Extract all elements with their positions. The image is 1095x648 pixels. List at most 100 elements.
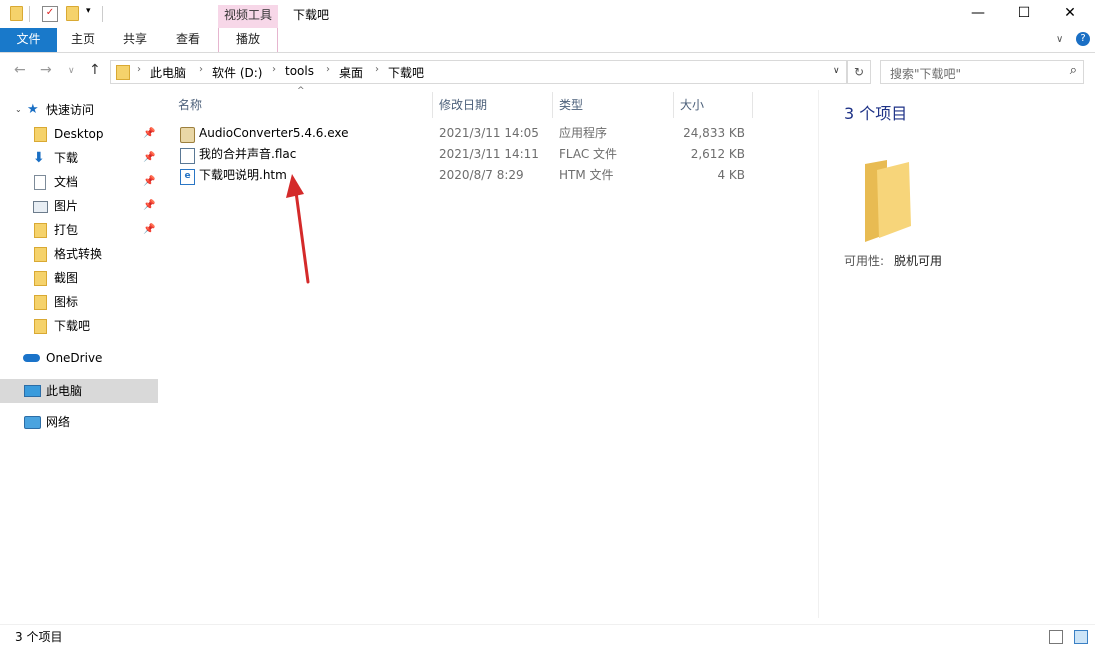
- file-name: 下载吧说明.htm: [199, 168, 287, 182]
- customize-quick-access-icon[interactable]: ▾: [86, 6, 91, 16]
- new-folder-icon[interactable]: [66, 6, 79, 21]
- tab-home[interactable]: 主页: [62, 28, 104, 52]
- table-row[interactable]: AudioConverter5.4.6.exe 2021/3/11 14:05 …: [172, 123, 762, 144]
- search-placeholder: 搜索"下载吧": [890, 67, 962, 81]
- annotation-arrow: [286, 174, 310, 284]
- tab-view[interactable]: 查看: [167, 28, 209, 52]
- tab-file[interactable]: 文件: [0, 28, 57, 52]
- breadcrumb-current[interactable]: 下载吧: [388, 64, 424, 81]
- pin-icon[interactable]: 📌: [143, 195, 155, 217]
- column-header: ^ 名称 修改日期 类型 大小: [168, 86, 808, 118]
- arrow-shaft: [294, 190, 310, 284]
- column-date[interactable]: 修改日期: [439, 96, 487, 113]
- sidebar-item-pictures[interactable]: 图片 📌: [0, 195, 158, 217]
- arrow-head: [286, 174, 304, 198]
- file-date: 2021/3/11 14:05: [439, 126, 539, 140]
- breadcrumb-this-pc[interactable]: 此电脑: [150, 64, 186, 81]
- toolbar-divider: [102, 6, 103, 22]
- table-row[interactable]: 我的合并声音.flac 2021/3/11 14:11 FLAC 文件 2,61…: [172, 144, 762, 165]
- folder-icon: [34, 223, 47, 238]
- availability-label: 可用性:: [844, 254, 885, 268]
- status-item-count: 3 个项目: [15, 630, 63, 644]
- table-row[interactable]: e 下载吧说明.htm 2020/8/7 8:29 HTM 文件 4 KB: [172, 165, 762, 186]
- file-type: HTM 文件: [559, 168, 614, 182]
- sidebar-item-label: 此电脑: [46, 384, 83, 398]
- network-icon: [24, 416, 41, 429]
- download-arrow-icon: ⬇: [33, 150, 45, 166]
- toolbar-divider: [29, 6, 30, 22]
- folder-icon: [10, 6, 23, 21]
- pin-icon[interactable]: 📌: [143, 219, 155, 241]
- sidebar-item-label: 截图: [54, 271, 79, 285]
- sidebar-item-documents[interactable]: 文档 📌: [0, 171, 158, 193]
- pin-icon[interactable]: 📌: [143, 171, 155, 193]
- sidebar-item-downloads[interactable]: ⬇ 下载 📌: [0, 147, 158, 169]
- close-button[interactable]: ✕: [1047, 0, 1093, 28]
- file-size: 2,612 KB: [690, 147, 745, 161]
- column-type[interactable]: 类型: [559, 96, 583, 113]
- column-divider[interactable]: [432, 92, 433, 118]
- details-view-icon[interactable]: [1049, 630, 1063, 644]
- address-dropdown-icon[interactable]: ∨: [833, 66, 840, 76]
- sidebar-item-screenshots[interactable]: 截图: [0, 267, 158, 289]
- column-size[interactable]: 大小: [680, 96, 704, 113]
- properties-check-icon[interactable]: ✓: [42, 6, 58, 22]
- column-divider[interactable]: [752, 92, 753, 118]
- details-pane: 3 个项目 可用性: 脱机可用: [818, 90, 1095, 618]
- search-input[interactable]: 搜索"下载吧" ⌕: [880, 60, 1084, 84]
- recent-locations-button[interactable]: ∨: [68, 66, 75, 76]
- folder-icon: [34, 247, 47, 262]
- forward-button[interactable]: →: [40, 62, 52, 78]
- refresh-button[interactable]: ↻: [847, 60, 871, 84]
- sidebar-item-network[interactable]: 网络: [0, 411, 158, 433]
- sidebar-item-icons[interactable]: 图标: [0, 291, 158, 313]
- title-bar: ✓ ▾ 视频工具 下载吧 — ☐ ✕: [0, 0, 1095, 28]
- minimize-button[interactable]: —: [955, 0, 1001, 28]
- address-row: ← → ∨ ↑ › 此电脑 › 软件 (D:) › tools › 桌面 › 下…: [0, 56, 1095, 86]
- sidebar-item-onedrive[interactable]: OneDrive: [0, 347, 158, 369]
- sidebar-item-this-pc[interactable]: 此电脑: [0, 379, 158, 403]
- sidebar-item-desktop[interactable]: Desktop 📌: [0, 123, 158, 145]
- column-divider[interactable]: [673, 92, 674, 118]
- breadcrumb-drive-d[interactable]: 软件 (D:): [212, 64, 262, 81]
- sidebar-item-label: 格式转换: [54, 247, 103, 261]
- sidebar-item-dabao[interactable]: 打包 📌: [0, 219, 158, 241]
- sidebar-item-format-convert[interactable]: 格式转换: [0, 243, 158, 265]
- breadcrumb-separator: ›: [137, 64, 141, 75]
- address-bar[interactable]: › 此电脑 › 软件 (D:) › tools › 桌面 › 下载吧 ∨: [110, 60, 847, 84]
- breadcrumb-separator: ›: [375, 64, 379, 75]
- large-icons-view-icon[interactable]: [1074, 630, 1088, 644]
- file-size: 4 KB: [717, 168, 745, 182]
- column-divider[interactable]: [552, 92, 553, 118]
- folder-icon: [34, 295, 47, 310]
- pin-icon[interactable]: 📌: [143, 123, 155, 145]
- search-icon[interactable]: ⌕: [1070, 63, 1077, 78]
- expand-ribbon-icon[interactable]: ∨: [1056, 34, 1063, 45]
- sidebar-item-label: 快速访问: [46, 103, 95, 117]
- sort-ascending-icon: ^: [297, 86, 305, 96]
- sidebar-item-label: 下载: [54, 151, 79, 165]
- window-title: 下载吧: [293, 8, 330, 22]
- chevron-down-icon[interactable]: ⌄: [15, 99, 22, 121]
- file-name: 我的合并声音.flac: [199, 147, 297, 161]
- back-button[interactable]: ←: [14, 62, 26, 78]
- sidebar-item-label: OneDrive: [46, 351, 103, 365]
- tab-play[interactable]: 播放: [218, 28, 278, 52]
- folder-icon: [34, 319, 47, 334]
- help-icon[interactable]: ?: [1076, 32, 1090, 46]
- tab-share[interactable]: 共享: [114, 28, 156, 52]
- pin-icon[interactable]: 📌: [143, 147, 155, 169]
- sidebar-item-xiazaiba[interactable]: 下载吧: [0, 315, 158, 337]
- file-type: FLAC 文件: [559, 147, 618, 161]
- sidebar-item-quick-access[interactable]: ⌄ ★ 快速访问: [0, 99, 158, 121]
- column-name[interactable]: 名称: [178, 96, 202, 113]
- maximize-button[interactable]: ☐: [1001, 0, 1047, 28]
- folder-icon: [865, 160, 911, 242]
- folder-front: [877, 162, 911, 238]
- up-button[interactable]: ↑: [89, 62, 101, 78]
- sidebar-item-label: 网络: [46, 415, 71, 429]
- file-size: 24,833 KB: [683, 126, 745, 140]
- folder-icon: [34, 271, 47, 286]
- breadcrumb-tools[interactable]: tools: [285, 64, 314, 78]
- breadcrumb-desktop[interactable]: 桌面: [339, 64, 363, 81]
